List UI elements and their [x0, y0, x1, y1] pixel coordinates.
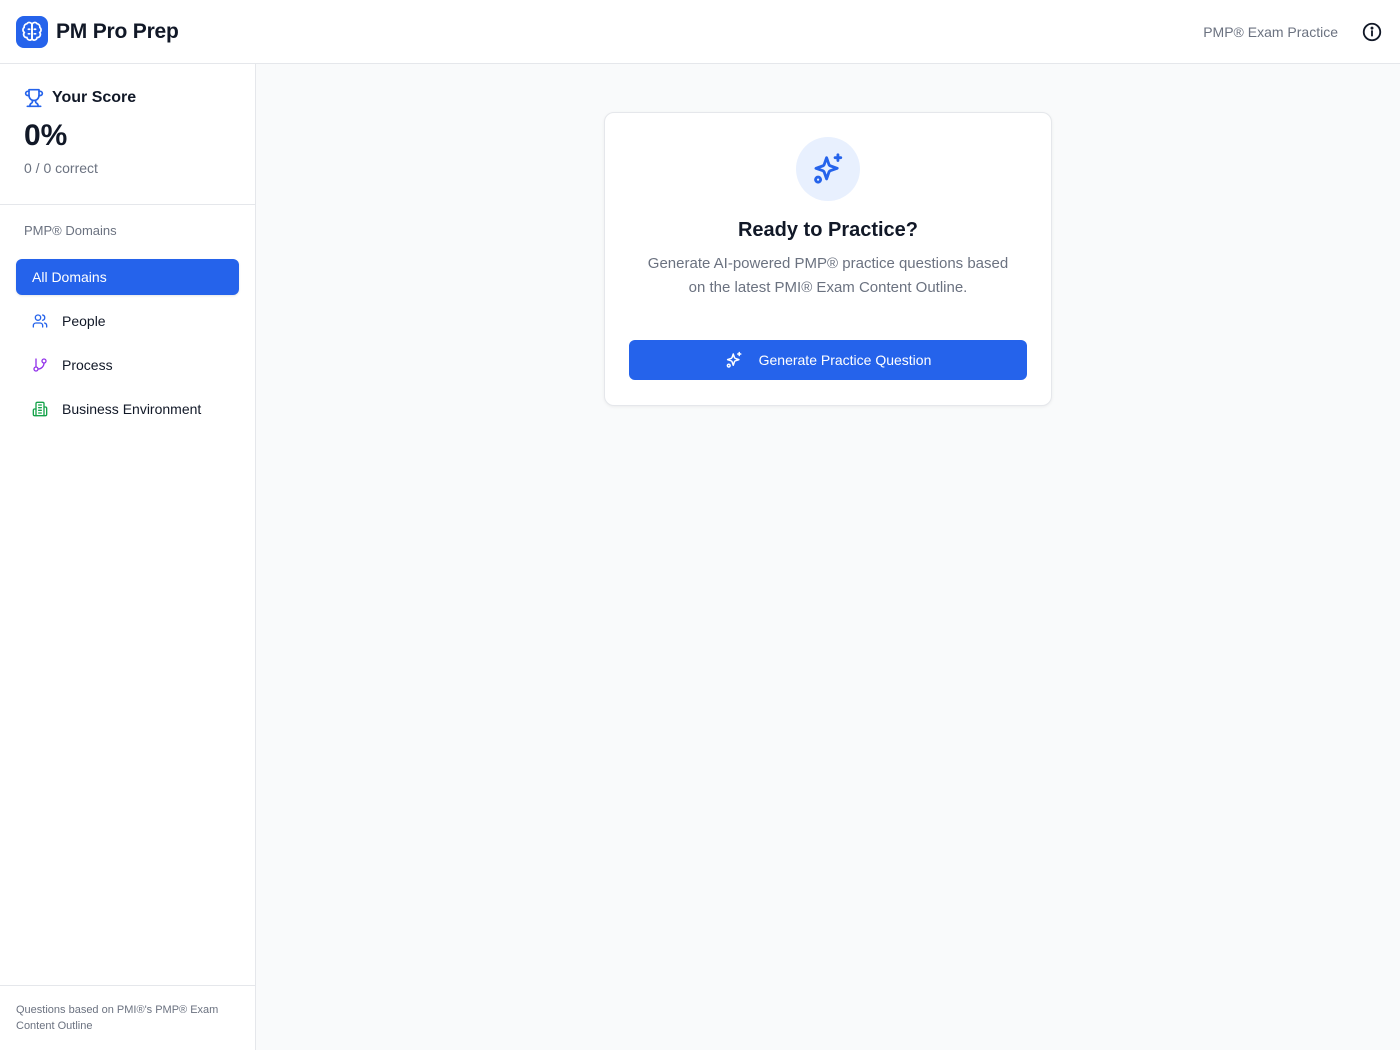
sidebar-footer: Questions based on PMI®'s PMP® Exam Cont…: [0, 985, 255, 1050]
sidebar-item-label: People: [62, 313, 106, 329]
app-header: PM Pro Prep PMP® Exam Practice: [0, 0, 1400, 64]
sidebar-item-label: Business Environment: [62, 401, 202, 417]
app-subtitle: PMP® Exam Practice: [1203, 23, 1338, 40]
sidebar: Your Score 0% 0 / 0 correct PMP® Domains…: [0, 64, 256, 1050]
score-percent: 0%: [24, 119, 68, 152]
sidebar-item-label: Process: [62, 357, 113, 373]
sidebar-item-label: All Domains: [32, 269, 107, 285]
sidebar-item-business-environment[interactable]: Business Environment: [16, 391, 239, 427]
generate-question-button[interactable]: Generate Practice Question: [629, 340, 1027, 380]
score-panel: Your Score 0% 0 / 0 correct: [0, 64, 255, 205]
brain-icon: [16, 15, 48, 48]
git-branch-icon: [32, 357, 48, 373]
domains-heading: PMP® Domains: [24, 223, 117, 238]
card-title: Ready to Practice?: [737, 219, 919, 241]
brand: PM Pro Prep: [16, 15, 179, 48]
sparkles-icon: [726, 351, 742, 368]
building-icon: [32, 401, 48, 417]
sidebar-item-all-domains[interactable]: All Domains: [16, 259, 239, 295]
domain-nav: All Domains People Process Business Envi…: [0, 238, 255, 427]
sidebar-item-people[interactable]: People: [16, 303, 239, 339]
score-detail: 0 / 0 correct: [24, 160, 98, 176]
app-title: PM Pro Prep: [56, 19, 179, 43]
info-button[interactable]: [1360, 20, 1384, 44]
practice-card: Ready to Practice? Generate AI-powered P…: [604, 112, 1052, 406]
users-icon: [32, 313, 48, 329]
sidebar-item-process[interactable]: Process: [16, 347, 239, 383]
sparkles-icon: [796, 137, 860, 201]
info-icon: [1362, 22, 1382, 41]
card-description: Generate AI-powered PMP® practice questi…: [647, 255, 1009, 296]
generate-button-label: Generate Practice Question: [758, 352, 932, 368]
score-title: Your Score: [52, 89, 137, 106]
trophy-icon: [24, 88, 44, 108]
